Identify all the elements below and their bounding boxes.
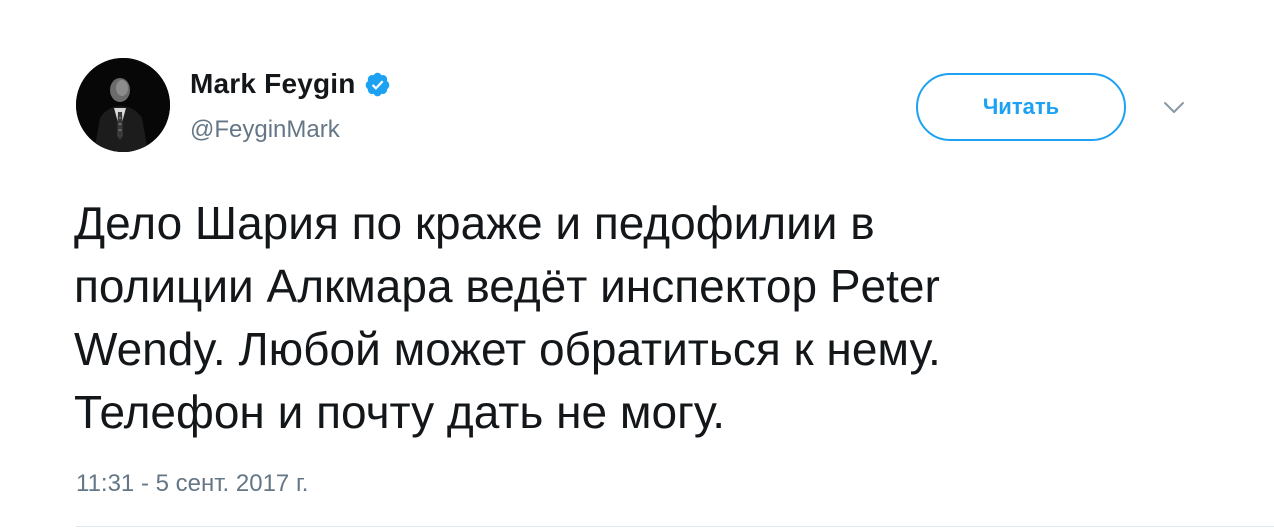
chevron-down-icon[interactable] bbox=[1162, 100, 1186, 116]
display-name[interactable]: Mark Feygin bbox=[190, 68, 356, 100]
tweet-text: Дело Шария по краже и педофилии в полици… bbox=[74, 197, 941, 438]
avatar-photo-icon bbox=[76, 58, 170, 152]
user-name-row: Mark Feygin bbox=[190, 66, 391, 102]
verified-badge-icon bbox=[364, 71, 391, 98]
divider bbox=[76, 526, 1274, 527]
tweet-card: Mark Feygin @FeyginMark Читать Дело Шари… bbox=[0, 0, 1274, 530]
avatar[interactable] bbox=[76, 58, 170, 152]
user-handle[interactable]: @FeyginMark bbox=[190, 116, 340, 144]
tweet-timestamp[interactable]: 11:31 - 5 сент. 2017 г. bbox=[76, 470, 308, 498]
follow-button[interactable]: Читать bbox=[916, 73, 1126, 141]
